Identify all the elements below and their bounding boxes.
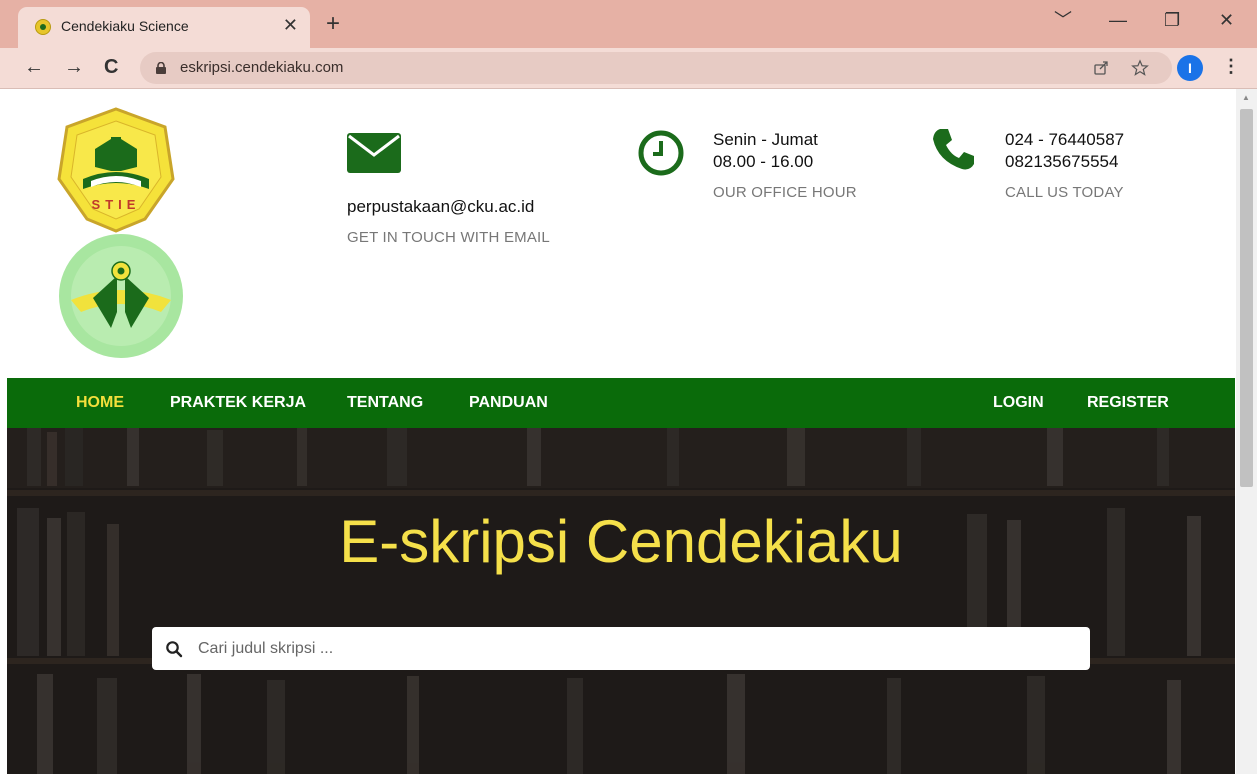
search-input[interactable]: [198, 627, 1068, 670]
clock-icon: [638, 130, 684, 176]
page-viewport: STIE perpustakaan@cku.ac.id GET IN TOUCH…: [7, 89, 1235, 774]
page-scrollbar[interactable]: ▲: [1236, 89, 1257, 774]
hours-days: Senin - Jumat: [713, 130, 818, 149]
email-contact: perpustakaan@cku.ac.id GET IN TOUCH WITH…: [347, 196, 550, 248]
email-label: GET IN TOUCH WITH EMAIL: [347, 229, 550, 246]
nav-register[interactable]: REGISTER: [1087, 394, 1169, 412]
profile-avatar[interactable]: I: [1177, 55, 1203, 81]
new-tab-button[interactable]: +: [326, 12, 340, 36]
browser-menu-icon[interactable]: ⋮: [1222, 56, 1240, 77]
phone-contact: 024 - 76440587 082135675554 CALL US TODA…: [1005, 129, 1124, 203]
phone-label: CALL US TODAY: [1005, 184, 1124, 201]
address-bar[interactable]: eskripsi.cendekiaku.com: [140, 52, 1172, 84]
favicon-icon: [35, 19, 51, 35]
forward-button[interactable]: →: [64, 56, 84, 78]
share-icon[interactable]: [1093, 60, 1109, 76]
browser-tab-bar: Cendekiaku Science ✕ + ﹀ — ❐ ✕: [0, 0, 1257, 48]
search-icon: [166, 641, 183, 658]
nav-home[interactable]: HOME: [76, 394, 124, 412]
nav-login[interactable]: LOGIN: [993, 394, 1044, 412]
close-window-button[interactable]: ✕: [1219, 10, 1234, 30]
hero-title: E-skripsi Cendekiaku: [339, 508, 903, 575]
phone-mobile[interactable]: 082135675554: [1005, 151, 1124, 173]
phone-landline[interactable]: 024 - 76440587: [1005, 129, 1124, 151]
scroll-thumb[interactable]: [1240, 109, 1253, 487]
tab-title: Cendekiaku Science: [61, 18, 189, 34]
reload-button[interactable]: C: [104, 56, 118, 78]
lock-icon: [156, 62, 166, 74]
hero-banner: E-skripsi Cendekiaku: [7, 428, 1235, 774]
stie-logo: STIE: [57, 107, 175, 233]
stie-logo-text: STIE: [92, 197, 141, 212]
tab-close-button[interactable]: ✕: [283, 15, 298, 35]
tab-search-button[interactable]: ﹀: [1054, 10, 1072, 30]
email-address[interactable]: perpustakaan@cku.ac.id: [347, 196, 550, 218]
bookshelf-background: [7, 428, 1235, 774]
main-navbar: HOME PRAKTEK KERJA TENTANG PANDUAN LOGIN…: [7, 378, 1235, 428]
browser-toolbar: ← → C eskripsi.cendekiaku.com I ⋮: [0, 48, 1257, 89]
scroll-up-icon[interactable]: ▲: [1242, 93, 1250, 102]
office-hours: Senin - Jumat 08.00 - 16.00 OUR OFFICE H…: [713, 129, 857, 203]
hours-time: 08.00 - 16.00: [713, 152, 814, 171]
nav-praktek-kerja[interactable]: PRAKTEK KERJA: [170, 394, 306, 412]
search-box[interactable]: [152, 627, 1090, 670]
bookmark-star-icon[interactable]: [1131, 59, 1149, 77]
restore-button[interactable]: ❐: [1164, 10, 1180, 30]
nav-panduan[interactable]: PANDUAN: [469, 394, 548, 412]
hours-label: OUR OFFICE HOUR: [713, 184, 857, 201]
phone-icon: [933, 129, 974, 170]
library-logo: [59, 234, 183, 358]
nav-tentang[interactable]: TENTANG: [347, 394, 423, 412]
url-text: eskripsi.cendekiaku.com: [180, 59, 344, 76]
envelope-icon: [347, 133, 401, 173]
minimize-button[interactable]: —: [1109, 10, 1127, 30]
browser-tab[interactable]: Cendekiaku Science ✕: [18, 7, 310, 48]
back-button[interactable]: ←: [24, 56, 44, 78]
